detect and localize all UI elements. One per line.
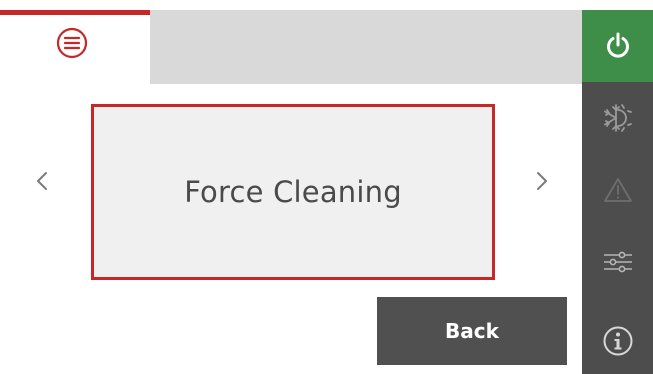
screen: Force Cleaning Back [0,0,653,374]
card-label: Force Cleaning [184,175,402,209]
warning-triangle-icon [603,176,633,204]
force-cleaning-card[interactable]: Force Cleaning [91,104,495,280]
sun-snowflake-icon [601,101,635,135]
back-button[interactable]: Back [377,297,567,365]
chevron-right-icon [535,170,549,196]
settings-button[interactable] [582,226,653,298]
prev-arrow-button[interactable] [30,168,54,198]
chevron-left-icon [35,170,49,196]
menu-tab-accent [0,10,150,15]
power-button[interactable] [582,10,653,82]
alerts-button[interactable] [582,154,653,226]
info-button[interactable] [582,305,653,374]
header-bar [150,10,582,84]
info-icon [602,325,634,357]
mode-button[interactable] [582,82,653,154]
sidebar [582,10,653,374]
power-icon [605,32,631,60]
next-arrow-button[interactable] [530,168,554,198]
menu-icon[interactable] [56,27,88,59]
menu-tab[interactable] [0,10,150,84]
sliders-icon [602,247,634,277]
